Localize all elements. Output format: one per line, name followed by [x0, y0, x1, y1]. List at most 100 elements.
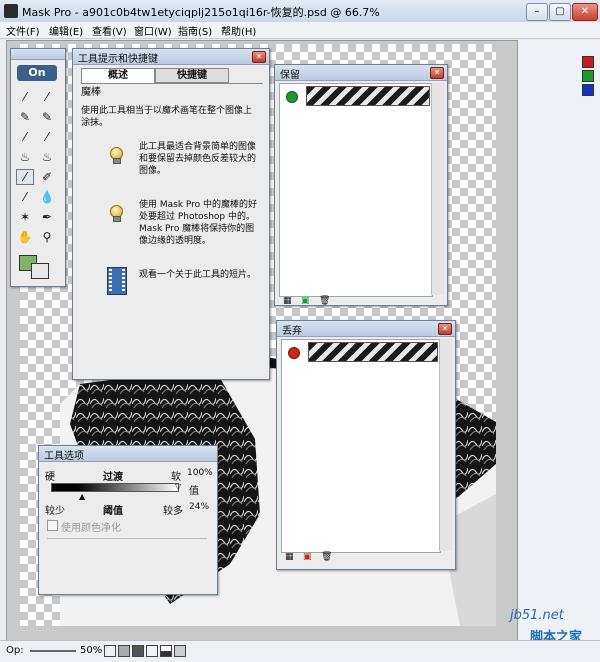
keep-title-bar[interactable]: 保留 ✕ [275, 65, 447, 81]
tip-text-3[interactable]: 观看一个关于此工具的短片。 [139, 269, 261, 281]
wand-sparkle-icon[interactable]: ✶ [16, 209, 34, 225]
drop-scrollbar[interactable] [439, 339, 452, 551]
soft-label: 软 [171, 472, 181, 483]
options-divider [47, 538, 207, 539]
soft-percent: 100% [187, 468, 213, 478]
magic-wand-icon[interactable]: ⁄ [16, 169, 34, 185]
more-label: 较多 [163, 506, 183, 517]
view-mode-4-icon[interactable] [146, 645, 158, 657]
magic-pen-icon[interactable]: ✐ [38, 169, 56, 185]
tool-options-title-bar[interactable]: 工具选项 [39, 446, 217, 462]
color-purify-checkbox[interactable] [47, 520, 58, 531]
tip-text-2: 使用 Mask Pro 中的魔棒的好处要超过 Photoshop 中的。Mask… [139, 200, 258, 246]
red-swatch[interactable] [582, 56, 594, 68]
tips-close-icon[interactable]: ✕ [252, 51, 266, 63]
zoom-icon[interactable]: ⚲ [38, 229, 56, 245]
view-mode-2-icon[interactable] [118, 645, 130, 657]
hand-icon[interactable]: ✋ [16, 229, 34, 245]
keep-close-icon[interactable]: ✕ [430, 67, 444, 79]
tip-bulb-icon [109, 147, 123, 164]
eyedropper-keep-icon[interactable]: ⁄ [16, 89, 34, 105]
drop-close-icon[interactable]: ✕ [438, 323, 452, 335]
feather-slider-handle-icon[interactable]: ▽ [175, 482, 181, 491]
keep-color-swatch[interactable] [306, 86, 430, 106]
drop-color-list [281, 339, 441, 553]
tool-name: 魔棒 [81, 87, 101, 98]
tab-overview[interactable]: 概述 [81, 68, 155, 83]
drop-add-icon[interactable]: ▣ [303, 552, 312, 562]
color-purify-label: 使用颜色净化 [61, 523, 121, 534]
keep-add-icon[interactable]: ▣ [301, 296, 310, 306]
green-swatch[interactable] [582, 70, 594, 82]
tool-description: 使用此工具相当于以魔术画笔在整个图像上涂抹。 [81, 106, 253, 128]
tab-divider [81, 83, 263, 84]
drop-panel-title: 丢弃 [282, 326, 302, 337]
app-icon [4, 4, 18, 18]
menu-file[interactable]: 文件(F) [6, 23, 40, 38]
bucket-icon[interactable]: ♨ [16, 149, 34, 165]
feather-label: 过渡 [103, 472, 123, 483]
toolbox-panel: On ⁄ ⁄ ✎ ✎ ⁄ ⁄ ♨ ♨ ⁄ ✐ ⁄ 💧 ✶ ✒ ✋ ⚲ [10, 48, 66, 287]
on-logo[interactable]: On [17, 65, 57, 81]
brush-drop-icon[interactable]: ⁄ [38, 129, 56, 145]
maximize-button[interactable]: ▢ [549, 3, 571, 21]
tips-title-bar[interactable]: 工具提示和快捷键 ✕ [73, 49, 269, 65]
brush-icon[interactable]: ⁄ [16, 129, 34, 145]
drop-panel: 丢弃 ✕ ▦ ▣ 🗑 [276, 320, 456, 570]
menu-view[interactable]: 查看(V) [92, 23, 127, 38]
threshold-label: 阈值 [103, 506, 123, 517]
view-mode-1-icon[interactable] [104, 645, 116, 657]
bucket-drop-icon[interactable]: ♨ [38, 149, 56, 165]
keep-color-list [279, 83, 433, 297]
pen-icon[interactable]: ✒ [38, 209, 56, 225]
value-label: 值 [189, 486, 199, 497]
keep-panel-title: 保留 [280, 70, 300, 81]
view-mode-3-icon[interactable] [132, 645, 144, 657]
pencil-drop-icon[interactable]: ✎ [38, 109, 56, 125]
keep-new-icon[interactable]: ▦ [283, 296, 292, 306]
toolbox-title-bar[interactable] [11, 49, 65, 60]
tip-text-1: 此工具最适合背景简单的图像和要保留去掉颜色反差较大的图像。 [139, 142, 257, 176]
watermark-site: jb51.net [510, 608, 564, 623]
drop-new-icon[interactable]: ▦ [285, 552, 294, 562]
more-percent: 24% [189, 502, 210, 512]
tips-panel: 工具提示和快捷键 ✕ 概述 快捷键 魔棒 使用此工具相当于以魔术画笔在整个图像上… [72, 48, 270, 380]
keep-scrollbar[interactable] [431, 83, 444, 295]
right-strip [518, 40, 600, 640]
drop-title-bar[interactable]: 丢弃 ✕ [277, 321, 455, 337]
status-bar: Op: 50% [0, 640, 600, 662]
view-mode-6-icon[interactable] [174, 645, 186, 657]
minimize-button[interactable]: – [526, 3, 548, 21]
menu-guide[interactable]: 指南(S) [178, 23, 212, 38]
eyedropper-drop-icon[interactable]: ⁄ [38, 89, 56, 105]
keep-panel: 保留 ✕ ▦ ▣ 🗑 [274, 64, 448, 306]
menu-help[interactable]: 帮助(H) [221, 23, 256, 38]
tool-options-panel: 工具选项 硬 过渡 软 100% ▽ 值 ▲ 较少 阈值 较多 24% 使用颜色… [38, 445, 218, 595]
background-color-icon[interactable] [31, 263, 49, 279]
pencil-icon[interactable]: ✎ [16, 109, 34, 125]
tips-panel-title: 工具提示和快捷键 [78, 54, 158, 65]
keep-delete-icon[interactable]: 🗑 [319, 296, 330, 306]
film-icon[interactable] [107, 267, 127, 295]
blur-icon[interactable]: 💧 [38, 189, 56, 205]
op-label: Op: [6, 645, 24, 656]
less-label: 较少 [45, 506, 65, 517]
view-mode-5-icon[interactable] [160, 645, 172, 657]
menu-window[interactable]: 窗口(W) [134, 23, 172, 38]
feather-gradient-bar[interactable] [51, 483, 179, 492]
menu-bar: 文件(F) 编辑(E) 查看(V) 窗口(W) 指南(S) 帮助(H) [0, 22, 600, 39]
hard-label: 硬 [45, 472, 55, 483]
window-title-bar: Mask Pro - a901c0b4tw1etyciqplj215o1qi16… [0, 0, 600, 23]
threshold-slider-handle-icon[interactable]: ▲ [79, 492, 85, 501]
blue-swatch[interactable] [582, 84, 594, 96]
drop-toggle-icon[interactable] [288, 347, 300, 359]
keep-toggle-icon[interactable] [286, 91, 298, 103]
chisel-icon[interactable]: ⁄ [16, 189, 34, 205]
drop-color-swatch[interactable] [308, 342, 438, 362]
close-button[interactable]: ✕ [572, 3, 598, 21]
tool-options-title: 工具选项 [44, 451, 84, 462]
menu-edit[interactable]: 编辑(E) [49, 23, 83, 38]
tab-shortcuts[interactable]: 快捷键 [155, 68, 229, 83]
drop-delete-icon[interactable]: 🗑 [321, 552, 332, 562]
opacity-slider[interactable] [30, 650, 76, 652]
